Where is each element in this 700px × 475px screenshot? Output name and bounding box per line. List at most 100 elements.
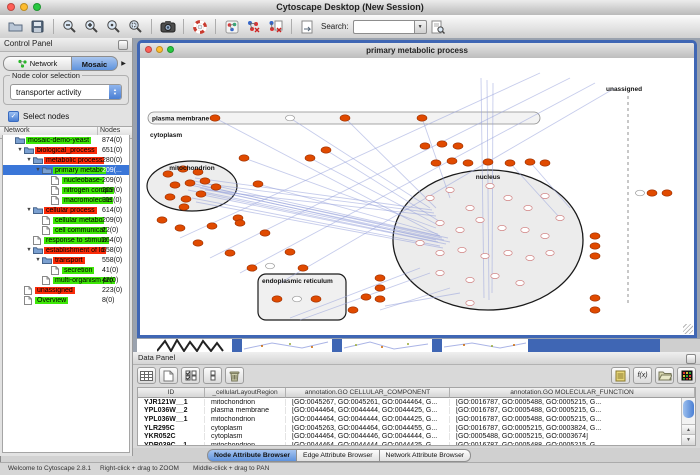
tab-overflow-button[interactable]: ▶ [118,60,129,67]
svg-text:nucleus: nucleus [476,174,501,181]
resize-grip[interactable] [683,324,693,334]
close-button[interactable] [7,3,15,11]
maximize-button[interactable] [167,46,174,53]
tree-item[interactable]: response to stimulu264(0) [3,235,129,245]
table-row[interactable]: YJR121W__1mitochondrion[GO:0045267, GO:0… [138,398,695,407]
background-window-fragment[interactable] [157,339,227,352]
column-header[interactable]: ID [138,388,205,398]
destroy-view-button[interactable] [265,17,286,36]
background-window-fragment[interactable] [442,339,528,352]
combo-value: transporter activity [11,88,109,97]
background-window-frame[interactable] [528,339,660,352]
expander-icon[interactable]: ▼ [16,147,24,153]
minimize-button[interactable] [20,3,28,11]
table-row[interactable]: YDR039C__1mitochondrion[GO:0044464, GO:0… [138,441,695,446]
formula-builder-button[interactable]: f(x) [633,367,652,384]
table-scrollbar[interactable]: ▲ ▼ [681,398,695,445]
scroll-down-button[interactable]: ▼ [682,434,695,445]
unselect-attributes-button[interactable] [203,367,222,384]
expander-icon[interactable]: ▼ [25,247,33,253]
background-window-frame[interactable] [232,339,242,352]
search-input[interactable] [353,20,414,34]
table-row[interactable]: YKR052Ccytoplasm[GO:0044464, GO:0044446,… [138,432,695,441]
tree-item[interactable]: unassigned223(0) [3,285,129,295]
background-window-frame[interactable] [332,339,342,352]
network-graph[interactable]: plasma membranecytoplasmmitochondrionnuc… [140,58,694,335]
tree-item[interactable]: multi-organism pro42(0) [3,275,129,285]
background-window-frame[interactable] [432,339,442,352]
snapshot-button[interactable] [157,17,178,36]
expander-icon[interactable]: ▼ [34,167,42,173]
open-session-button[interactable] [5,17,26,36]
tree-item[interactable]: cell communicat22(0) [3,225,129,235]
float-panel-icon[interactable] [118,40,128,50]
save-session-button[interactable] [27,17,48,36]
tree-item-label: cell communicat [53,227,107,234]
table-cell: mitochondrion [205,442,286,446]
tree-item-label: cellular metabo [53,217,104,224]
zoom-fit-button[interactable] [125,17,146,36]
tree-item-count: 8(0) [102,297,114,304]
tree-item[interactable]: secretion41(0) [3,265,129,275]
expander-icon[interactable]: ▼ [25,157,33,163]
zoom-in-button[interactable] [81,17,102,36]
annotation-button[interactable] [611,367,630,384]
tree-item[interactable]: macromolecule311(0) [3,195,129,205]
create-attribute-button[interactable] [159,367,178,384]
table-row[interactable]: YLR295Ccytoplasm[GO:0045263, GO:0044464,… [138,424,695,433]
network-canvas[interactable]: plasma membranecytoplasmmitochondrionnuc… [140,58,694,335]
tree-item[interactable]: ▼biological_process651(0) [3,145,129,155]
table-row[interactable]: YPL036W__1mitochondrion[GO:0044464, GO:0… [138,415,695,424]
tab-network[interactable]: Network [3,56,72,71]
tree-item[interactable]: ▼metabolic process280(0) [3,155,129,165]
tree-item[interactable]: nucleobase-209(0) [3,175,129,185]
search-dropdown-button[interactable]: ▼ [414,20,427,34]
search-label: Search: [321,22,349,31]
select-nodes-checkbox[interactable]: ✓ [8,111,19,122]
tree-item[interactable]: Overview8(0) [3,295,129,305]
help-button[interactable] [189,17,210,36]
tree-item[interactable]: mosaic-demo-yeast874(0) [3,135,129,145]
expander-icon[interactable]: ▼ [34,257,42,263]
tree-item[interactable]: ▼establishment of lo558(0) [3,245,129,255]
table-cell: [GO:0016787, GO:0005488, GO:0005215, G..… [450,399,695,406]
background-window-fragment[interactable] [242,339,330,352]
tab-node-attribute-browser[interactable]: Node Attribute Browser [207,449,297,462]
float-panel-icon[interactable] [686,354,696,364]
minimize-button[interactable] [156,46,163,53]
zoom-out-button[interactable] [59,17,80,36]
heatmap-button[interactable] [677,367,696,384]
network-view-titlebar[interactable]: primary metabolic process [140,43,694,59]
vizmapper-button[interactable] [221,17,242,36]
tab-edge-attribute-browser[interactable]: Edge Attribute Browser [297,449,380,462]
expander-icon[interactable]: ▼ [25,207,33,213]
search-index-button[interactable] [428,17,449,36]
data-panel: Data Panel f(x) ID_cellularLayoutR [133,352,700,448]
scrollbar-thumb[interactable] [683,400,694,418]
import-attributes-button[interactable] [655,367,674,384]
zoom-selected-button[interactable] [103,17,124,36]
tree-item[interactable]: cellular metabo209(0) [3,215,129,225]
close-button[interactable] [145,46,152,53]
node-color-combo[interactable]: transporter activity ▲▼ [10,84,122,100]
tree-item[interactable]: nitrogen compo209(0) [3,185,129,195]
delete-attribute-button[interactable] [225,367,244,384]
network-tab-icon [18,59,27,68]
tree-item[interactable]: ▼primary metabo209(... [3,165,129,175]
background-window-fragment[interactable] [342,339,430,352]
attribute-batch-button[interactable] [137,367,156,384]
search-config-button[interactable] [297,17,318,36]
camera-icon [160,20,176,33]
tab-network-attribute-browser[interactable]: Network Attribute Browser [380,449,472,462]
tree-item[interactable]: ▼transport558(0) [3,255,129,265]
tree-item[interactable]: ▼cellular process614(0) [3,205,129,215]
column-header[interactable]: _cellularLayoutRegion [205,388,286,398]
tab-mosaic[interactable]: Mosaic [72,56,118,71]
column-header[interactable]: annotation.GO CELLULAR_COMPONENT [286,388,450,398]
destroy-network-button[interactable] [243,17,264,36]
select-attributes-button[interactable] [181,367,200,384]
maximize-button[interactable] [33,3,41,11]
table-row[interactable]: YPL036W__2plasma membrane[GO:0044464, GO… [138,407,695,416]
column-header[interactable]: annotation.GO MOLECULAR_FUNCTION [450,388,695,398]
network-tab-label: Network [30,56,58,71]
